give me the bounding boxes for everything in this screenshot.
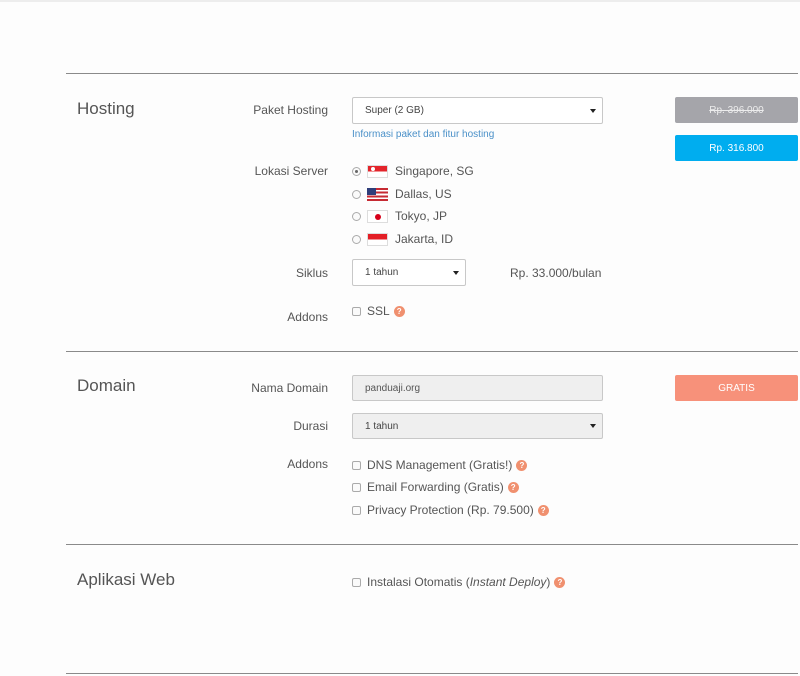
help-icon[interactable]: ? [554,576,566,588]
dns-checkbox[interactable] [352,460,361,470]
instant-deploy-checkbox[interactable] [352,577,361,587]
server-option-label: Singapore, SG [395,164,474,178]
email-forwarding-checkbox[interactable] [352,482,361,492]
addon-privacy-protection[interactable]: Privacy Protection (Rp. 79.500) ? [352,503,549,517]
paket-hosting-value: Super (2 GB) [365,105,424,116]
durasi-label: Durasi [293,419,328,433]
server-option-jakarta[interactable]: Jakarta, ID [352,232,453,246]
addon-label: Privacy Protection (Rp. 79.500) [367,503,534,517]
domain-name-input[interactable]: panduaji.org [352,375,603,401]
chevron-down-icon [453,270,459,275]
help-icon[interactable]: ? [537,504,549,516]
help-icon[interactable]: ? [507,481,519,493]
hosting-addons-label: Addons [287,310,328,324]
paket-info-link[interactable]: Informasi paket dan fitur hosting [352,129,494,140]
top-border [0,0,800,2]
section-divider [66,351,798,352]
server-option-tokyo[interactable]: Tokyo, JP [352,209,447,223]
addon-dns-management[interactable]: DNS Management (Gratis!) ? [352,458,528,472]
siklus-label: Siklus [295,266,328,280]
paket-hosting-select[interactable]: Super (2 GB) [352,97,603,124]
server-option-label: Tokyo, JP [395,209,448,223]
aplikasi-section-title: Aplikasi Web [77,570,175,589]
paket-hosting-label: Paket Hosting [253,103,328,117]
ssl-label: SSL [367,304,390,318]
lokasi-server-label: Lokasi Server [254,164,328,178]
sg-flag-icon [367,164,388,178]
us-flag-icon [367,187,388,201]
final-price-badge: Rp. 316.800 [675,135,798,161]
original-price-badge: Rp. 396.000 [675,97,798,123]
addon-email-forwarding[interactable]: Email Forwarding (Gratis) ? [352,480,519,494]
radio-button[interactable] [352,166,361,176]
help-icon[interactable]: ? [393,305,405,317]
durasi-select[interactable]: 1 tahun [352,413,603,439]
radio-button[interactable] [352,189,361,199]
durasi-value: 1 tahun [365,420,399,432]
siklus-select[interactable]: 1 tahun [352,259,466,286]
server-option-dallas[interactable]: Dallas, US [352,187,452,201]
radio-button[interactable] [352,211,361,221]
domain-price-badge: GRATIS [675,375,798,401]
chevron-down-icon [590,108,596,113]
addon-ssl[interactable]: SSL ? [352,304,405,318]
server-option-singapore[interactable]: Singapore, SG [352,164,474,178]
section-divider [66,544,798,545]
domain-addons-label: Addons [287,457,328,471]
section-divider [66,73,798,74]
help-icon[interactable]: ? [516,459,528,471]
siklus-value: 1 tahun [365,267,399,278]
jp-flag-icon [367,209,388,223]
instalasi-label: Instalasi Otomatis (Instant Deploy) [367,575,551,589]
server-option-label: Jakarta, ID [395,232,454,246]
ssl-checkbox[interactable] [352,306,361,316]
radio-button[interactable] [352,234,361,244]
server-option-label: Dallas, US [395,187,452,201]
privacy-checkbox[interactable] [352,505,361,515]
addon-label: Email Forwarding (Gratis) [367,480,504,494]
chevron-down-icon [590,424,596,428]
monthly-price: Rp. 33.000/bulan [510,266,602,280]
addon-instalasi-otomatis[interactable]: Instalasi Otomatis (Instant Deploy) ? [352,575,566,589]
hosting-section-title: Hosting [77,99,135,118]
section-divider [66,673,798,674]
domain-section-title: Domain [77,376,136,395]
id-flag-icon [367,232,388,246]
addon-label: DNS Management (Gratis!) [367,458,513,472]
nama-domain-label: Nama Domain [251,381,328,395]
